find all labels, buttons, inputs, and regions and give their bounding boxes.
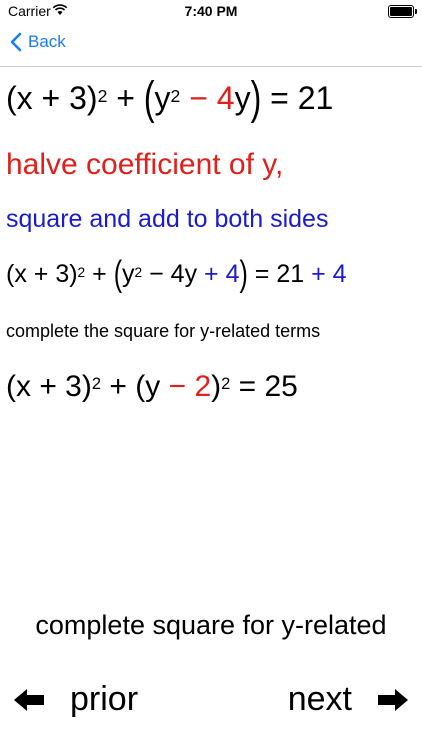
eq1-right-paren: ) bbox=[250, 71, 262, 124]
step-note: complete the square for y-related terms bbox=[6, 321, 321, 341]
eq1-x-term: (x + 3) bbox=[6, 80, 98, 116]
status-time: 7:40 PM bbox=[184, 3, 238, 19]
eq2-linear-term: − 4y bbox=[142, 260, 198, 288]
eq3-x-exponent: 2 bbox=[91, 375, 102, 394]
prior-button[interactable]: prior bbox=[12, 680, 138, 719]
equation-original: (x + 3)2 + (y2 − 4y) = 21 bbox=[6, 72, 334, 124]
eq3-y-open: (y bbox=[135, 370, 161, 403]
equation-result: (x + 3)2 + (y − 2)2 = 25 bbox=[6, 370, 298, 404]
equation-added: (x + 3)2 + (y2 − 4y + 4) = 21 + 4 bbox=[6, 253, 347, 294]
eq3-y-exponent: 2 bbox=[221, 375, 231, 394]
eq3-right-paren: ) bbox=[211, 370, 222, 403]
status-bar: Carrier 7:40 PM bbox=[0, 0, 422, 22]
eq2-y: y bbox=[122, 260, 135, 288]
battery-icon bbox=[388, 5, 417, 18]
eq2-x-exponent: 2 bbox=[77, 264, 86, 280]
eq1-y: y bbox=[154, 80, 171, 116]
eq2-right-paren: ) bbox=[239, 253, 248, 295]
instruction-red: halve coefficient of y, bbox=[6, 148, 284, 181]
arrow-right-icon bbox=[378, 688, 408, 711]
eq2-rhs: = 21 bbox=[247, 260, 305, 288]
eq2-added-term: + 4 bbox=[197, 260, 240, 288]
eq1-x-exponent: 2 bbox=[97, 85, 108, 106]
arrow-left-icon bbox=[14, 688, 44, 711]
navigation-bar: Back bbox=[0, 22, 422, 67]
eq2-y-exponent: 2 bbox=[134, 264, 143, 280]
step-title: complete square for y-related bbox=[35, 610, 387, 640]
eq1-plus: + bbox=[107, 80, 144, 116]
eq1-y-exponent: 2 bbox=[170, 85, 181, 106]
next-label: next bbox=[287, 680, 352, 718]
next-button[interactable]: next bbox=[288, 680, 410, 719]
prior-label: prior bbox=[70, 680, 139, 718]
eq2-left-paren: ( bbox=[113, 253, 123, 295]
eq1-coefficient: − 4 bbox=[180, 80, 235, 116]
eq1-y2: y bbox=[234, 80, 251, 116]
eq3-x-term: (x + 3) bbox=[6, 370, 92, 403]
chevron-left-icon bbox=[10, 32, 22, 52]
back-button[interactable]: Back bbox=[10, 32, 66, 52]
back-label: Back bbox=[28, 32, 66, 51]
eq1-left-paren: ( bbox=[143, 71, 155, 124]
eq3-rhs: = 25 bbox=[230, 370, 298, 403]
eq3-constant: − 2 bbox=[160, 370, 212, 403]
eq3-plus: + bbox=[101, 370, 136, 403]
eq2-plus: + bbox=[85, 260, 114, 288]
eq1-rhs: = 21 bbox=[261, 80, 334, 116]
eq2-rhs-added: + 4 bbox=[304, 260, 347, 288]
eq2-x-term: (x + 3) bbox=[6, 260, 78, 288]
instruction-blue: square and add to both sides bbox=[6, 205, 329, 233]
